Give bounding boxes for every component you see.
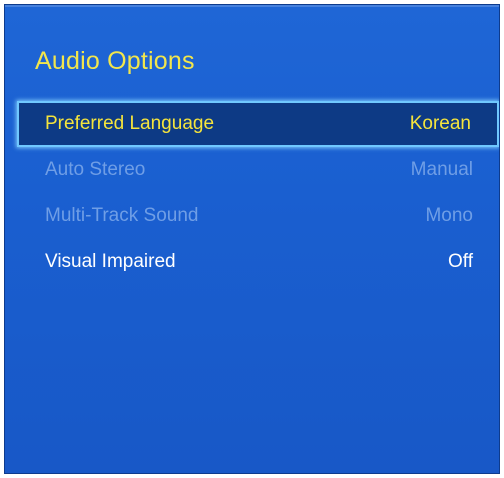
menu-item-multi-track-sound: Multi-Track Sound Mono (17, 193, 499, 239)
menu-item-label: Preferred Language (45, 113, 215, 134)
audio-options-menu: Preferred Language Korean Auto Stereo Ma… (17, 101, 499, 285)
menu-item-label: Auto Stereo (45, 159, 146, 180)
menu-item-visual-impaired[interactable]: Visual Impaired Off (17, 239, 499, 285)
menu-item-value: Mono (425, 205, 473, 226)
screen: Audio Options Preferred Language Korean … (0, 0, 504, 478)
audio-options-panel: Audio Options Preferred Language Korean … (4, 4, 500, 474)
panel-title: Audio Options (35, 47, 195, 75)
menu-item-preferred-language[interactable]: Preferred Language Korean (17, 101, 499, 147)
menu-item-value: Off (448, 251, 473, 272)
menu-item-value: Korean (409, 113, 471, 134)
menu-item-auto-stereo: Auto Stereo Manual (17, 147, 499, 193)
menu-item-label: Visual Impaired (45, 251, 176, 272)
menu-item-label: Multi-Track Sound (45, 205, 199, 226)
menu-item-value: Manual (410, 159, 473, 180)
